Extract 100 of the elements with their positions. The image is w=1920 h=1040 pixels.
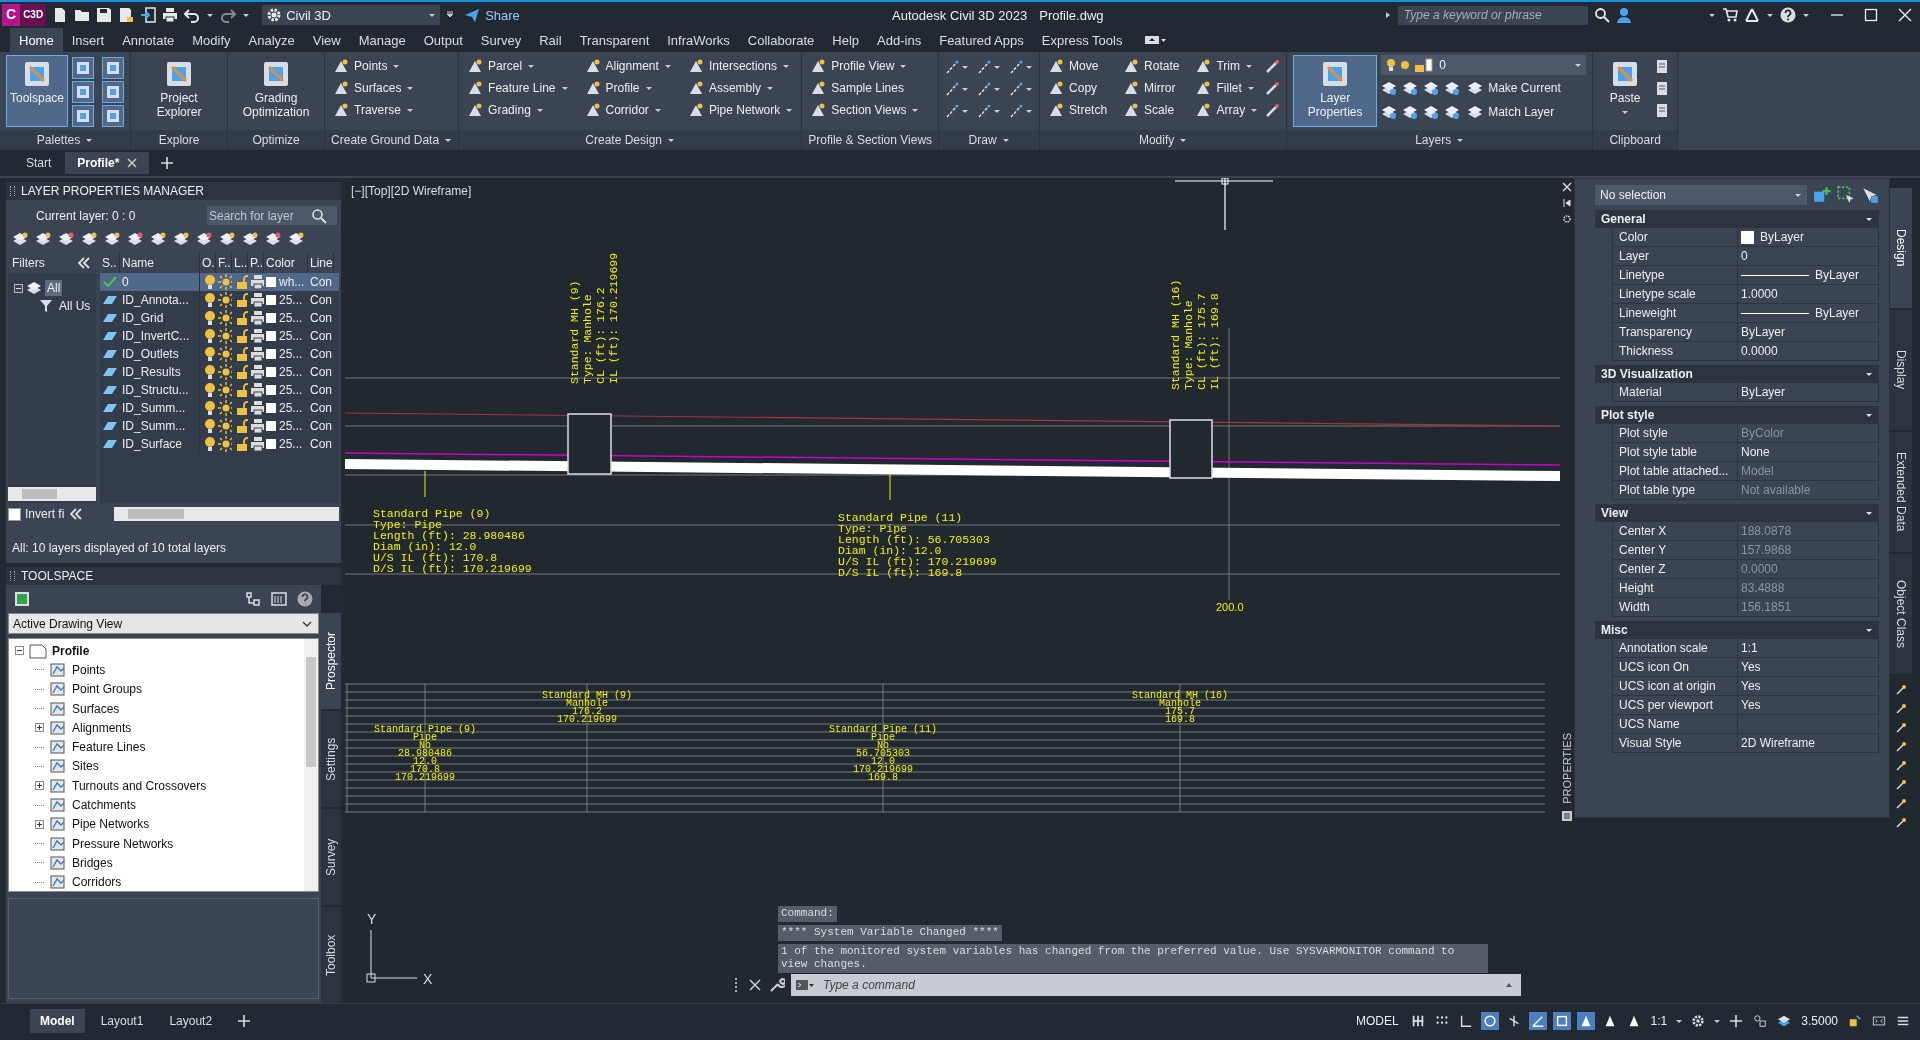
printer-icon[interactable] [250,382,264,398]
tree-item[interactable]: Point Groups [72,682,143,697]
ribbon-tool-button[interactable]: Copy [1046,77,1110,99]
side-tab[interactable]: Extended Data [1890,432,1912,552]
side-tab[interactable]: Design [1890,188,1912,308]
view-dropdown[interactable]: Active Drawing View [8,613,320,634]
sun-icon[interactable] [218,292,232,308]
side-tab[interactable]: Survey [321,809,341,905]
ribbon-tool-button[interactable]: Pipe Network [685,99,796,121]
color-swatch[interactable] [266,439,276,449]
search-icon[interactable] [1593,7,1610,23]
tool-palette-icon[interactable] [1895,798,1907,810]
triangle-nodes-icon[interactable] [1744,7,1760,23]
ribbon-tab[interactable]: InfraWorks [658,28,739,52]
document-tab[interactable]: Start [14,152,64,174]
history-caret-icon[interactable] [1505,981,1513,989]
draw-tool-icon[interactable] [1009,59,1034,75]
sun-icon[interactable] [218,364,232,380]
layer-tool-icon[interactable] [1402,80,1419,96]
unlock-icon[interactable] [234,436,248,452]
ribbon-tool-button[interactable]: Section Views [808,99,922,121]
palette-icon[interactable] [72,81,95,103]
section-header[interactable]: Misc [1595,621,1879,639]
ribbon-tool-button[interactable]: Parcel [465,55,571,77]
layer-tool-icon[interactable] [1423,80,1440,96]
customize-icon[interactable] [446,11,455,19]
checkbox[interactable] [8,507,21,521]
tree-item[interactable]: Alignments [72,720,132,735]
sun-icon[interactable] [218,328,232,344]
draw-tool-icon[interactable] [945,81,970,97]
layer-tool-icon[interactable] [104,231,120,247]
tool-palette-icon[interactable] [1895,817,1907,829]
ribbon-tool-button[interactable]: Profile View [808,55,922,77]
plus-icon[interactable] [238,1015,251,1027]
color-swatch[interactable] [266,385,276,395]
ribbon-tool-button[interactable]: Mirror [1121,77,1182,99]
tree-item[interactable]: Points [72,662,106,677]
ribbon-tab[interactable]: Home [10,28,63,52]
layout-tab[interactable]: Layout2 [159,1009,223,1033]
ribbon-tab[interactable]: Transparent [570,28,659,52]
layer-tool-icon[interactable] [1381,80,1398,96]
ribbon-tab[interactable]: Survey [471,28,531,52]
caret-icon[interactable] [1675,1017,1684,1025]
close-icon[interactable] [127,158,138,168]
side-tab[interactable]: Settings [321,711,341,807]
property-value[interactable]: 1.0000 [1741,287,1778,301]
side-tab[interactable]: Toolbox [321,907,341,1003]
add-icon[interactable] [1813,186,1831,204]
color-swatch[interactable] [266,331,276,341]
model-space-button[interactable]: MODEL [1351,1011,1403,1031]
user-icon[interactable] [1615,7,1632,23]
ribbon-tool-button[interactable]: Trim [1193,55,1261,77]
property-value[interactable]: 0.0000 [1741,344,1778,358]
ribbon-large-button[interactable]: Layer Properties [1293,55,1378,127]
sun-icon[interactable] [218,346,232,362]
layer-tool-icon[interactable] [58,231,74,247]
draw-tool-icon[interactable] [977,103,1002,119]
unlock-icon[interactable] [234,346,248,362]
plus-icon[interactable] [161,157,174,169]
options-icon[interactable] [1562,214,1572,224]
layer-tool-icon[interactable] [288,231,304,247]
color-swatch[interactable] [266,277,276,287]
bulb-icon[interactable] [202,346,216,362]
tool-palette-icon[interactable] [1895,722,1907,734]
redo-icon[interactable] [220,7,237,23]
property-value[interactable]: ByLayer [1815,268,1860,282]
caret-icon[interactable] [1713,1017,1722,1025]
list-view-icon[interactable] [271,591,288,607]
unlock-icon[interactable] [234,400,248,416]
unlock-icon[interactable] [234,310,248,326]
tree-item[interactable]: Surfaces [72,701,120,716]
tree-item[interactable]: Corridors [72,875,122,890]
collapse-icon[interactable] [76,255,92,271]
caret-icon[interactable] [1766,11,1774,19]
autohide-icon[interactable] [1562,198,1572,208]
color-swatch[interactable] [266,349,276,359]
printer-icon[interactable] [250,292,264,308]
ribbon-tool-button[interactable]: Profile [582,77,674,99]
draw-tool-icon[interactable] [977,81,1002,97]
palette-icon[interactable] [102,105,125,127]
color-swatch[interactable] [266,295,276,305]
layer-tool-icon[interactable] [1402,104,1419,120]
layer-tool-icon[interactable] [12,231,28,247]
select-objects-icon[interactable] [1861,186,1879,204]
tree-item[interactable]: Catchments [72,798,137,812]
undo-icon[interactable] [184,7,201,23]
ribbon-tab[interactable]: Featured Apps [930,28,1033,52]
sun-icon[interactable] [218,382,232,398]
bulb-icon[interactable] [202,292,216,308]
caret-icon[interactable] [1802,11,1810,19]
collapse-box-icon[interactable] [15,646,24,656]
command-field[interactable]: Type a command [821,977,1499,993]
side-tab[interactable]: Prospector [321,613,341,709]
section-header[interactable]: General [1595,210,1879,228]
bulb-icon[interactable] [202,310,216,326]
expand-box-icon[interactable] [35,781,44,791]
property-value[interactable]: Yes [1741,679,1761,693]
layer-tool-icon[interactable] [150,231,166,247]
ribbon-tool-button[interactable]: Feature Line [465,77,571,99]
search-field[interactable]: Type a keyword or phrase [1397,5,1588,25]
